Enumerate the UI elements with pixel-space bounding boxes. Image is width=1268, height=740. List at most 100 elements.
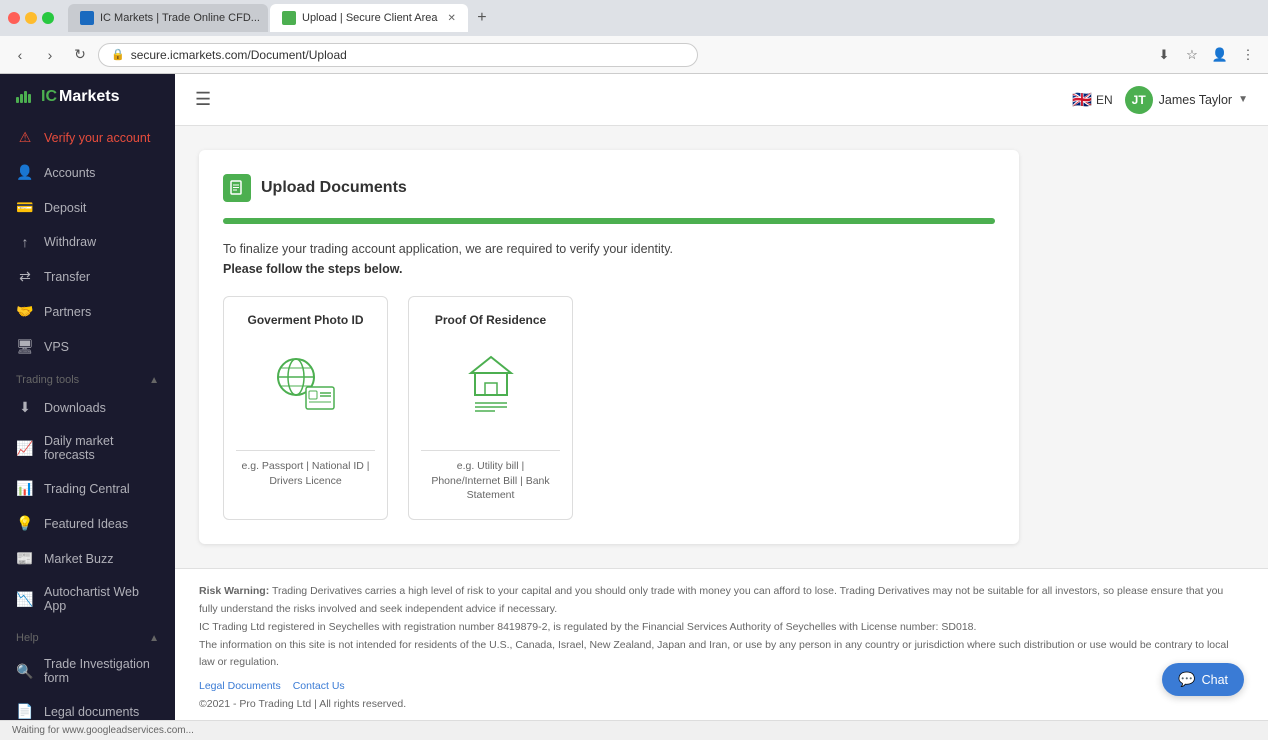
doc-card-proof-examples: e.g. Utility bill | Phone/Internet Bill … — [421, 459, 560, 503]
menu-button[interactable]: ⋮ — [1236, 43, 1260, 67]
logo-area: ICMarkets — [0, 74, 175, 120]
footer-risk-warning: Risk Warning: Trading Derivatives carrie… — [199, 583, 1244, 619]
window-controls — [8, 12, 54, 24]
chat-button[interactable]: 💬 Chat — [1162, 663, 1244, 696]
transfer-icon: ⇄ — [16, 268, 34, 285]
lock-icon: 🔒 — [111, 48, 125, 61]
user-chevron-icon: ▼ — [1238, 94, 1248, 105]
refresh-button[interactable]: ↻ — [68, 43, 92, 67]
sidebar-item-transfer[interactable]: ⇄ Transfer — [0, 259, 175, 294]
sidebar-item-market-buzz[interactable]: 📰 Market Buzz — [0, 541, 175, 576]
status-bar: Waiting for www.googleadservices.com... — [0, 720, 1268, 740]
upload-title: Upload Documents — [223, 174, 995, 202]
sidebar-item-featured-ideas[interactable]: 💡 Featured Ideas — [0, 506, 175, 541]
doc-card-proof-of-residence[interactable]: Proof Of Residence — [408, 296, 573, 520]
main-header: ☰ 🇬🇧 EN JT James Taylor ▼ — [175, 74, 1268, 126]
sidebar-item-verify[interactable]: ⚠ Verify your account — [0, 120, 175, 155]
minimize-window-dot[interactable] — [25, 12, 37, 24]
trading-tools-toggle[interactable]: ▲ — [149, 375, 159, 386]
user-avatar: JT — [1125, 86, 1153, 114]
sidebar-trade-investigation-label: Trade Investigation form — [44, 657, 159, 685]
doc-card-govt-id[interactable]: Goverment Photo ID — [223, 296, 388, 520]
instructions-text: Please follow the steps below. — [223, 262, 995, 276]
deposit-icon: 💳 — [16, 199, 34, 216]
govt-id-icon — [266, 343, 346, 426]
risk-warning-label: Risk Warning: — [199, 585, 269, 597]
sidebar-vps-label: VPS — [44, 340, 69, 354]
market-buzz-icon: 📰 — [16, 550, 34, 567]
hamburger-button[interactable]: ☰ — [195, 89, 211, 110]
sidebar-item-deposit[interactable]: 💳 Deposit — [0, 190, 175, 225]
browser-tab-1[interactable]: IC Markets | Trade Online CFD... ✕ — [68, 4, 268, 32]
footer: Risk Warning: Trading Derivatives carrie… — [175, 568, 1268, 720]
doc-types-container: Goverment Photo ID — [223, 296, 995, 520]
sidebar-accounts-label: Accounts — [44, 166, 95, 180]
footer-disclaimer: The information on this site is not inte… — [199, 637, 1244, 673]
tab2-close[interactable]: ✕ — [448, 13, 456, 24]
autochartist-icon: 📉 — [16, 591, 34, 608]
bar4 — [28, 94, 31, 103]
sidebar-item-autochartist[interactable]: 📉 Autochartist Web App — [0, 576, 175, 622]
address-bar: ‹ › ↻ 🔒 secure.icmarkets.com/Document/Up… — [0, 36, 1268, 74]
status-text: Waiting for www.googleadservices.com... — [12, 725, 194, 736]
profile-button[interactable]: 👤 — [1208, 43, 1232, 67]
trading-central-icon: 📊 — [16, 480, 34, 497]
browser-chrome: IC Markets | Trade Online CFD... ✕ Uploa… — [0, 0, 1268, 36]
sidebar-item-downloads[interactable]: ⬇ Downloads — [0, 390, 175, 425]
user-name: James Taylor — [1159, 93, 1232, 107]
new-tab-button[interactable]: + — [470, 6, 494, 30]
language-selector[interactable]: 🇬🇧 EN — [1072, 90, 1113, 110]
back-button[interactable]: ‹ — [8, 43, 32, 67]
sidebar-item-withdraw[interactable]: ↑ Withdraw — [0, 225, 175, 259]
main-content: Upload Documents To finalize your tradin… — [175, 126, 1268, 720]
url-bar[interactable]: 🔒 secure.icmarkets.com/Document/Upload — [98, 43, 698, 67]
sidebar-item-accounts[interactable]: 👤 Accounts — [0, 155, 175, 190]
sidebar-legal-documents-label: Legal documents — [44, 705, 139, 719]
sidebar-partners-label: Partners — [44, 305, 91, 319]
accounts-icon: 👤 — [16, 164, 34, 181]
sidebar-item-partners[interactable]: 🤝 Partners — [0, 294, 175, 329]
sidebar-item-vps[interactable]: 🖥 VPS — [0, 329, 175, 364]
star-button[interactable]: ☆ — [1180, 43, 1204, 67]
tab1-label: IC Markets | Trade Online CFD... — [100, 12, 260, 24]
bar2 — [20, 94, 23, 103]
progress-bar-fill — [223, 218, 995, 224]
flag-icon: 🇬🇧 — [1072, 90, 1092, 110]
upload-title-text: Upload Documents — [261, 179, 407, 197]
doc-divider-2 — [421, 450, 560, 451]
sidebar-deposit-label: Deposit — [44, 201, 86, 215]
proof-of-residence-icon — [451, 343, 531, 426]
sidebar-trading-central-label: Trading Central — [44, 482, 130, 496]
sidebar-item-trade-investigation[interactable]: 🔍 Trade Investigation form — [0, 648, 175, 694]
sidebar-item-legal-documents[interactable]: 📄 Legal documents — [0, 694, 175, 720]
bookmark-button[interactable]: ⬇ — [1152, 43, 1176, 67]
risk-warning-text: Trading Derivatives carries a high level… — [199, 585, 1223, 615]
help-toggle[interactable]: ▲ — [149, 633, 159, 644]
trading-tools-label: Trading tools — [16, 374, 79, 386]
help-section-label: Help — [16, 632, 39, 644]
logo-text: ICMarkets — [41, 88, 119, 106]
daily-market-icon: 📈 — [16, 440, 34, 457]
close-window-dot[interactable] — [8, 12, 20, 24]
trading-tools-section: Trading tools ▲ — [0, 364, 175, 390]
sidebar-autochartist-label: Autochartist Web App — [44, 585, 159, 613]
doc-card-govt-id-title: Goverment Photo ID — [247, 313, 363, 327]
sidebar-item-trading-central[interactable]: 📊 Trading Central — [0, 471, 175, 506]
help-section: Help ▲ — [0, 622, 175, 648]
description-text: To finalize your trading account applica… — [223, 242, 995, 256]
downloads-icon: ⬇ — [16, 399, 34, 416]
sidebar-downloads-label: Downloads — [44, 401, 106, 415]
user-menu-button[interactable]: JT James Taylor ▼ — [1125, 86, 1248, 114]
footer-legal-docs-link[interactable]: Legal Documents — [199, 678, 281, 696]
forward-button[interactable]: › — [38, 43, 62, 67]
sidebar-item-daily-market[interactable]: 📈 Daily market forecasts — [0, 425, 175, 471]
bar1 — [16, 97, 19, 103]
verify-icon: ⚠ — [16, 129, 34, 146]
browser-tab-2[interactable]: Upload | Secure Client Area ✕ — [270, 4, 468, 32]
logo-bars-icon — [16, 91, 31, 103]
sidebar-daily-market-label: Daily market forecasts — [44, 434, 159, 462]
sidebar-featured-ideas-label: Featured Ideas — [44, 517, 128, 531]
chat-button-icon: 💬 — [1178, 671, 1195, 688]
maximize-window-dot[interactable] — [42, 12, 54, 24]
footer-contact-link[interactable]: Contact Us — [293, 678, 345, 696]
